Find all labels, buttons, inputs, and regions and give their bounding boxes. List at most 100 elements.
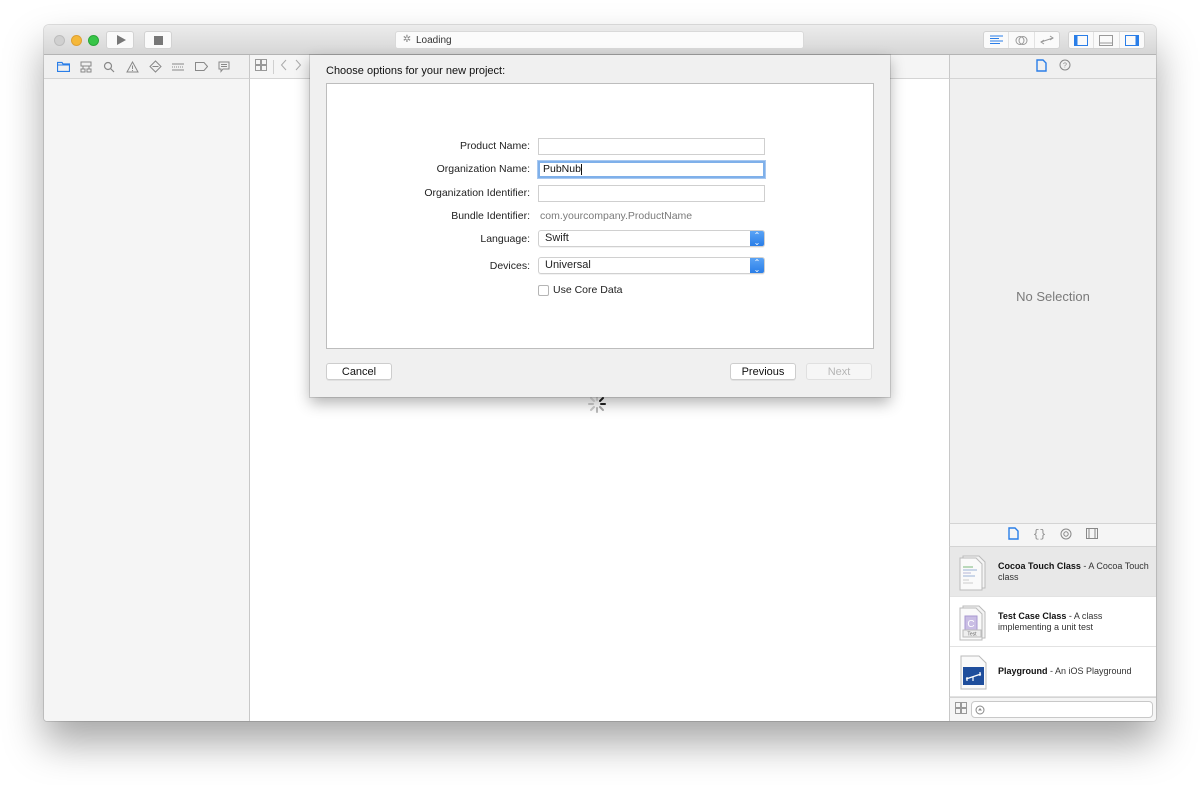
minimize-window-button[interactable]: [71, 35, 82, 46]
new-project-options-sheet: Choose options for your new project: Pro…: [310, 55, 890, 397]
library-item-text: Cocoa Touch Class - A Cocoa Touch class: [998, 561, 1156, 583]
test-case-class-icon: C Test: [959, 603, 989, 641]
breakpoint-icon[interactable]: [194, 60, 208, 74]
file-template-library-icon[interactable]: [1008, 527, 1019, 543]
inspector-area: No Selection: [949, 79, 1156, 523]
grid-view-icon[interactable]: [955, 702, 967, 717]
toggle-navigator-button[interactable]: [1069, 32, 1095, 48]
use-core-data-checkbox[interactable]: [538, 284, 549, 296]
product-name-label: Product Name:: [459, 140, 530, 152]
no-selection-label: No Selection: [1016, 289, 1090, 304]
svg-text:Test: Test: [967, 631, 977, 637]
file-template-library: Cocoa Touch Class - A Cocoa Touch class …: [949, 547, 1156, 697]
organization-name-value: PubNub: [543, 163, 581, 175]
loading-spinner-icon: ✲: [402, 34, 412, 45]
run-button[interactable]: [106, 31, 134, 49]
stop-icon: [153, 35, 163, 45]
editor-mode-control: [983, 31, 1060, 49]
library-filter-input[interactable]: [971, 701, 1153, 718]
language-label: Language:: [480, 233, 530, 245]
organization-identifier-input[interactable]: [538, 185, 765, 202]
language-row: Language: Swift ⌃ ⌄: [327, 230, 873, 248]
assistant-editor-button[interactable]: [1009, 32, 1035, 48]
speech-bubble-icon[interactable]: [217, 60, 231, 74]
search-icon[interactable]: [102, 60, 116, 74]
navigator-area: [44, 79, 250, 721]
use-core-data-label: Use Core Data: [553, 284, 623, 296]
folder-icon[interactable]: [56, 60, 70, 74]
back-chevron-icon[interactable]: [280, 59, 288, 74]
right-panel-icon: [1124, 34, 1139, 46]
file-inspector-icon[interactable]: [1035, 58, 1047, 75]
activity-viewer: ✲ Loading: [395, 31, 804, 49]
sheet-title: Choose options for your new project:: [326, 65, 506, 77]
close-window-button[interactable]: [54, 35, 65, 46]
svg-text:?: ?: [1063, 63, 1067, 70]
standard-editor-button[interactable]: [984, 32, 1010, 48]
library-item-title: Test Case Class: [998, 610, 1067, 621]
devices-popup[interactable]: Universal ⌃ ⌄: [538, 257, 765, 274]
organization-identifier-label: Organization Identifier:: [424, 187, 530, 199]
bundle-identifier-row: Bundle Identifier: com.yourcompany.Produ…: [327, 208, 873, 226]
warning-icon[interactable]: [125, 60, 139, 74]
svg-text:C: C: [967, 619, 974, 630]
library-item-text: Playground - An iOS Playground: [998, 666, 1132, 677]
view-toggle-control: [1068, 31, 1145, 49]
library-item-text: Test Case Class - A class implementing a…: [998, 611, 1156, 633]
library-item-title: Cocoa Touch Class: [998, 560, 1081, 571]
library-filter-bar: [949, 697, 1156, 721]
library-selector-bar: {}: [949, 523, 1156, 547]
devices-label: Devices:: [489, 260, 530, 272]
library-item-description: - An iOS Playground: [1047, 666, 1132, 676]
language-popup[interactable]: Swift ⌃ ⌄: [538, 230, 765, 247]
code-snippet-library-icon[interactable]: {}: [1033, 529, 1046, 541]
media-library-icon[interactable]: [1086, 528, 1099, 542]
forward-chevron-icon[interactable]: [294, 59, 302, 74]
version-editor-button[interactable]: [1035, 32, 1059, 48]
quick-help-icon[interactable]: ?: [1059, 59, 1071, 74]
organization-name-label: Organization Name:: [436, 163, 530, 175]
left-panel-icon: [1074, 34, 1089, 46]
standard-editor-icon: [989, 35, 1003, 44]
library-item-cocoa-touch-class[interactable]: Cocoa Touch Class - A Cocoa Touch class: [950, 547, 1156, 597]
bundle-identifier-label: Bundle Identifier:: [451, 210, 530, 222]
library-item-playground[interactable]: Playground - An iOS Playground: [950, 647, 1156, 697]
related-items-icon[interactable]: [255, 59, 267, 74]
filter-icon: [975, 705, 985, 714]
library-item-test-case-class[interactable]: C Test Test Case Class - A class implemen…: [950, 597, 1156, 647]
gauge-icon[interactable]: [171, 60, 185, 74]
toggle-utilities-button[interactable]: [1120, 32, 1144, 48]
object-library-icon[interactable]: [1060, 528, 1072, 543]
diamond-icon[interactable]: [148, 60, 162, 74]
product-name-input[interactable]: [538, 138, 765, 155]
zoom-window-button[interactable]: [88, 35, 99, 46]
organization-name-row: Organization Name: PubNub: [327, 161, 873, 179]
toggle-debug-area-button[interactable]: [1094, 32, 1120, 48]
use-core-data-checkbox-row[interactable]: Use Core Data: [538, 284, 622, 296]
bottom-panel-icon: [1099, 34, 1114, 46]
jump-bar-divider: [273, 59, 274, 74]
devices-value: Universal: [545, 259, 591, 271]
hierarchy-icon[interactable]: [79, 60, 93, 74]
stop-button[interactable]: [144, 31, 172, 49]
toolbar: ✲ Loading: [44, 25, 1156, 55]
play-icon: [116, 35, 126, 45]
up-down-chevron-icon: ⌃ ⌄: [750, 231, 764, 247]
options-panel: Product Name: Organization Name: PubNub …: [326, 83, 874, 349]
cocoa-touch-class-icon: [959, 553, 989, 591]
text-cursor: [580, 163, 582, 175]
up-down-chevron-icon: ⌃ ⌄: [750, 258, 764, 274]
activity-status: Loading: [416, 34, 452, 46]
cancel-button[interactable]: Cancel: [326, 363, 392, 380]
library-item-title: Playground: [998, 666, 1048, 676]
organization-name-input[interactable]: PubNub: [538, 161, 765, 178]
language-value: Swift: [545, 232, 569, 244]
loading-spinner-icon: [588, 395, 606, 413]
bundle-identifier-value: com.yourcompany.ProductName: [540, 210, 693, 222]
inspector-selector-bar: ?: [949, 55, 1156, 79]
next-button[interactable]: Next: [806, 363, 872, 380]
devices-row: Devices: Universal ⌃ ⌄: [327, 257, 873, 275]
xcode-window: ✲ Loading ? No Selection {} Cocoa Touch …: [44, 25, 1156, 721]
organization-identifier-row: Organization Identifier:: [327, 185, 873, 203]
previous-button[interactable]: Previous: [730, 363, 796, 380]
